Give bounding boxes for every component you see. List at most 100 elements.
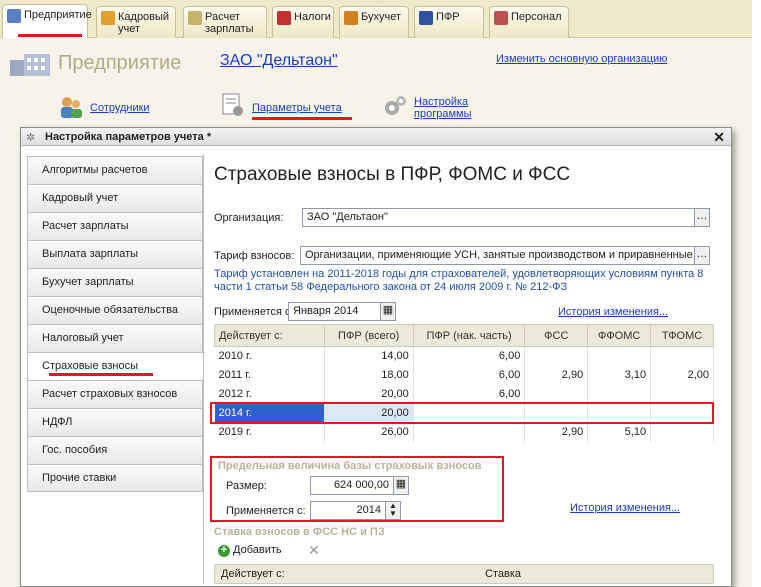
col-header[interactable]: Ставка <box>485 568 521 580</box>
tariff-label: Тариф взносов: <box>214 250 295 262</box>
change-organization-link[interactable]: Изменить основную организацию <box>496 53 667 65</box>
cell: 18,00 <box>324 365 414 385</box>
nav-item-benefits[interactable]: Гос. пособия <box>27 436 203 464</box>
fss-ns-table-header: Действует с: Ставка <box>214 564 714 584</box>
people-icon <box>101 11 115 25</box>
tab-taxes[interactable]: Налоги <box>272 6 334 38</box>
nav-item-payroll-accounting[interactable]: Бухучет зарплаты <box>27 268 203 296</box>
tariff-select-button[interactable]: … <box>694 246 710 265</box>
highlight-limit-box <box>210 456 504 522</box>
highlight-row-box <box>210 402 714 424</box>
col-header[interactable]: ПФР (всего) <box>323 324 414 347</box>
cell <box>650 384 714 404</box>
cell: 2010 г. <box>214 346 325 366</box>
history-link[interactable]: История изменения... <box>558 306 668 318</box>
dialog-title: Настройка параметров учета * <box>45 131 212 143</box>
cell <box>650 422 714 442</box>
org-select-button[interactable]: … <box>694 208 710 227</box>
plus-icon: + <box>218 545 230 557</box>
cell: 26,00 <box>324 422 414 442</box>
tab-pfr[interactable]: ПФР <box>414 6 484 38</box>
cell <box>524 384 589 404</box>
table-row[interactable]: 2010 г. 14,00 6,00 <box>214 346 714 366</box>
delete-icon[interactable]: ✕ <box>308 542 320 559</box>
tariff-field[interactable]: Организации, применяющие УСН, занятые пр… <box>300 246 695 265</box>
gears-icon <box>385 96 406 115</box>
table-row[interactable]: 2011 г. 18,00 6,00 2,90 3,10 2,00 <box>214 365 714 385</box>
cell: 20,00 <box>324 384 414 404</box>
cell: 2,00 <box>650 365 714 385</box>
tab-personnel[interactable]: Персонал <box>489 6 569 38</box>
calculator-icon <box>188 11 202 25</box>
nav-item-hr[interactable]: Кадровый учет <box>27 184 203 212</box>
enterprise-icon <box>7 9 21 23</box>
col-header[interactable]: ПФР (нак. часть) <box>412 324 526 347</box>
employees-link[interactable]: Сотрудники <box>90 102 150 114</box>
tab-payroll[interactable]: Расчет зарплаты <box>183 6 267 38</box>
section-tabbar: Предприятие Кадровый учет Расчет зарплат… <box>0 0 752 39</box>
add-button[interactable]: + Добавить <box>218 544 282 557</box>
tab-accounting[interactable]: Бухучет <box>339 6 409 38</box>
close-icon[interactable]: ✕ <box>713 129 725 146</box>
col-header[interactable]: ФФОМС <box>587 324 652 347</box>
cell: 2012 г. <box>214 384 325 404</box>
nav-item-estimates[interactable]: Оценочные обязательства <box>27 296 203 324</box>
limit-history-link[interactable]: История изменения... <box>570 502 680 514</box>
nav-item-algorithms[interactable]: Алгоритмы расчетов <box>27 156 203 184</box>
cell: 2,90 <box>524 422 589 442</box>
nav-item-payout[interactable]: Выплата зарплаты <box>27 240 203 268</box>
document-settings-icon <box>222 93 243 116</box>
col-header[interactable]: ФСС <box>524 324 589 347</box>
params-link[interactable]: Параметры учета <box>252 102 342 114</box>
table-row[interactable]: 2019 г. 26,00 2,90 5,10 <box>214 422 714 442</box>
cell: 2019 г. <box>214 422 325 442</box>
organization-link[interactable]: ЗАО "Дельтаон" <box>220 52 338 70</box>
cell: 3,10 <box>587 365 652 385</box>
table-row[interactable]: 2012 г. 20,00 6,00 <box>214 384 714 404</box>
cell: 6,00 <box>413 365 526 385</box>
calendar-button[interactable]: ▦ <box>380 302 396 321</box>
highlight-underline <box>18 34 82 37</box>
nav-item-ndfl[interactable]: НДФЛ <box>27 408 203 436</box>
cell: 2011 г. <box>214 365 325 385</box>
cell <box>587 384 652 404</box>
cell: 5,10 <box>587 422 652 442</box>
nav-item-insurance-calc[interactable]: Расчет страховых взносов <box>27 380 203 408</box>
cell: 6,00 <box>413 384 526 404</box>
section-heading: Страховые взносы в ПФР, ФОМС и ФСС <box>214 164 571 185</box>
dialog-titlebar: ✲ Настройка параметров учета * ✕ <box>21 128 731 146</box>
highlight-underline-params <box>252 117 352 120</box>
org-field[interactable]: ЗАО "Дельтаон" <box>302 208 695 227</box>
nav-item-other-rates[interactable]: Прочие ставки <box>27 464 203 492</box>
page-title: Предприятие <box>58 52 182 74</box>
cell: 2,90 <box>524 365 589 385</box>
cell <box>650 346 714 366</box>
fss-ns-title: Ставка взносов в ФСС НС и ПЗ <box>214 526 385 538</box>
employees-icon <box>61 97 82 118</box>
building-icon <box>10 54 50 76</box>
col-header[interactable]: ТФОМС <box>650 324 714 347</box>
pfr-icon <box>419 11 433 25</box>
cell: 6,00 <box>413 346 526 366</box>
left-nav: Алгоритмы расчетов Кадровый учет Расчет … <box>27 156 205 492</box>
col-header[interactable]: Действует с: <box>214 324 325 347</box>
tariff-note: Тариф установлен на 2011-2018 годы для с… <box>214 268 704 293</box>
cell <box>413 422 526 442</box>
add-button-label: Добавить <box>233 544 282 556</box>
content-panel: Страховые взносы в ПФР, ФОМС и ФСС Орган… <box>203 154 723 584</box>
person-icon <box>494 11 508 25</box>
cell: 14,00 <box>324 346 414 366</box>
col-header[interactable]: Действует с: <box>221 568 285 580</box>
cell <box>524 346 589 366</box>
nav-item-payroll[interactable]: Расчет зарплаты <box>27 212 203 240</box>
applies-field[interactable]: Января 2014 <box>288 302 382 321</box>
settings-dialog: ✲ Настройка параметров учета * ✕ Алгорит… <box>20 127 732 587</box>
tab-hr[interactable]: Кадровый учет <box>96 6 176 38</box>
nav-item-tax[interactable]: Налоговый учет <box>27 324 203 352</box>
table-header-row: Действует с: ПФР (всего) ПФР (нак. часть… <box>214 324 714 347</box>
taxes-icon <box>277 11 291 25</box>
settings-link[interactable]: Настройка программы <box>414 96 474 120</box>
cell <box>587 346 652 366</box>
applies-label: Применяется с: <box>214 306 294 318</box>
highlight-underline-nav <box>49 373 153 376</box>
